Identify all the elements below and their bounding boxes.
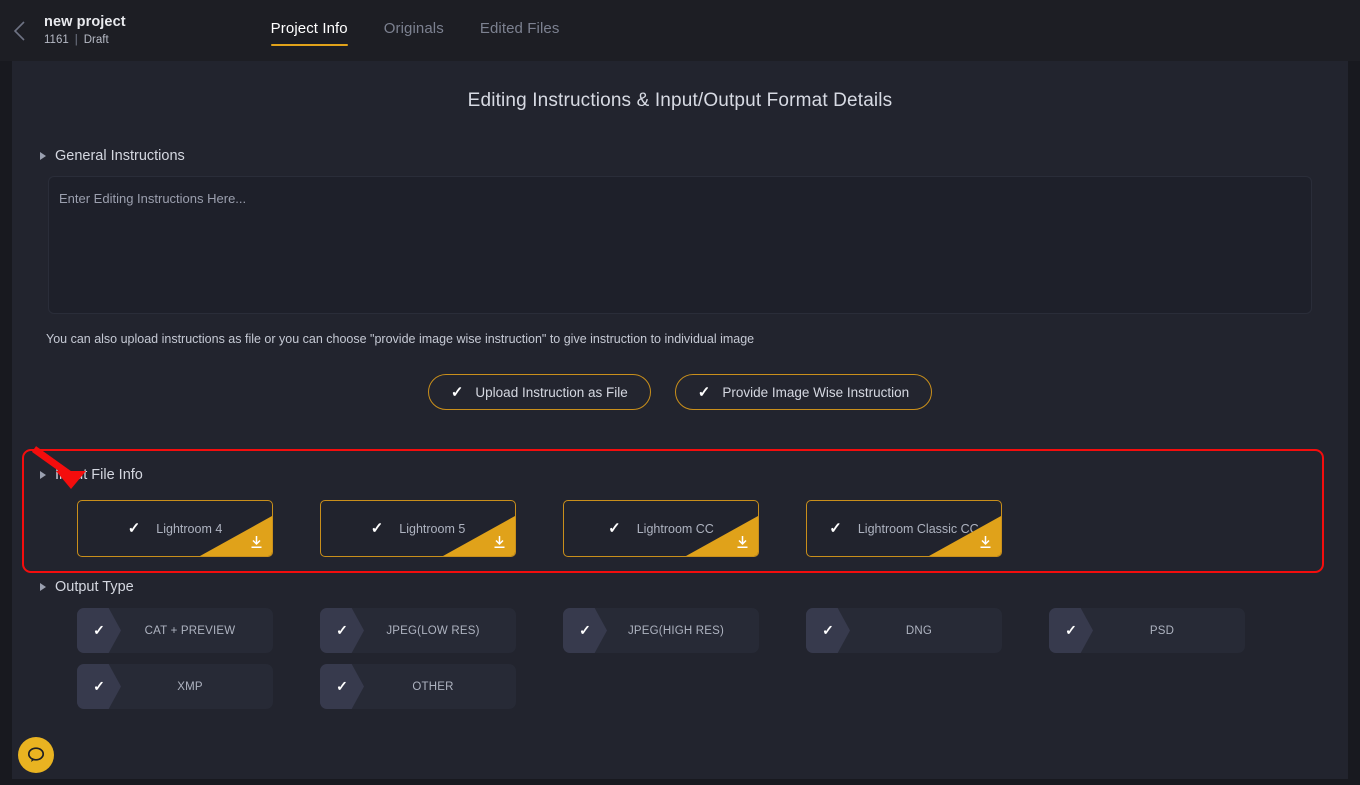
output-type-section: Output Type ✓ CAT + PREVIEW ✓ JPEG(LOW R… — [12, 579, 1348, 709]
caret-right-icon — [40, 152, 46, 160]
input-file-info-section: Input File Info ✓ Lightroom 4 — [12, 449, 1348, 557]
input-card-label: Lightroom 5 — [399, 522, 465, 536]
upload-instruction-label: Upload Instruction as File — [475, 385, 627, 400]
input-card-label: Lightroom CC — [637, 522, 714, 536]
instruction-action-buttons: ✓ Upload Instruction as File ✓ Provide I… — [12, 374, 1348, 410]
header-tabs: Project Info Originals Edited Files — [271, 0, 560, 61]
output-item-label: PSD — [1093, 625, 1245, 637]
project-meta: 1161 | Draft — [44, 32, 126, 48]
instructions-helper-text: You can also upload instructions as file… — [46, 332, 1348, 346]
content-frame: Editing Instructions & Input/Output Form… — [0, 61, 1360, 785]
check-icon: ✓ — [608, 521, 621, 536]
check-icon: ✓ — [320, 608, 364, 653]
check-icon: ✓ — [371, 521, 384, 536]
download-icon — [736, 535, 749, 549]
section-general-instructions[interactable]: General Instructions — [40, 148, 1348, 164]
output-item-label: JPEG(LOW RES) — [364, 625, 516, 637]
output-item-label: CAT + PREVIEW — [121, 625, 273, 637]
tab-project-info[interactable]: Project Info — [271, 19, 348, 46]
editing-instructions-textarea[interactable]: Enter Editing Instructions Here... — [48, 176, 1312, 314]
content-panel: Editing Instructions & Input/Output Form… — [12, 61, 1348, 779]
output-item-jpeg-high-res[interactable]: ✓ JPEG(HIGH RES) — [563, 608, 759, 653]
project-status: Draft — [84, 32, 109, 48]
output-item-xmp[interactable]: ✓ XMP — [77, 664, 273, 709]
check-icon: ✓ — [829, 521, 842, 536]
check-icon: ✓ — [698, 385, 711, 400]
output-item-label: DNG — [850, 625, 1002, 637]
chat-widget-button[interactable] — [18, 737, 54, 773]
back-button[interactable] — [0, 0, 38, 61]
meta-separator: | — [75, 32, 78, 48]
project-name: new project — [44, 13, 126, 31]
check-icon: ✓ — [128, 521, 141, 536]
provide-image-wise-instruction-button[interactable]: ✓ Provide Image Wise Instruction — [675, 374, 932, 410]
input-file-card-row: ✓ Lightroom 4 ✓ Lightroom 5 — [77, 500, 1348, 557]
section-label-general-instructions: General Instructions — [55, 148, 185, 164]
download-icon — [250, 535, 263, 549]
output-item-dng[interactable]: ✓ DNG — [806, 608, 1002, 653]
chat-bubble-icon — [26, 745, 46, 765]
project-identity: new project 1161 | Draft — [38, 13, 126, 48]
output-item-label: JPEG(HIGH RES) — [607, 625, 759, 637]
check-icon: ✓ — [77, 608, 121, 653]
input-card-label: Lightroom 4 — [156, 522, 222, 536]
output-item-label: XMP — [121, 681, 273, 693]
app-root: new project 1161 | Draft Project Info Or… — [0, 0, 1360, 785]
red-arrow-annotation — [28, 444, 98, 494]
check-icon: ✓ — [320, 664, 364, 709]
section-label-output-type: Output Type — [55, 579, 134, 595]
project-id: 1161 — [44, 32, 69, 48]
input-card-lightroom-4[interactable]: ✓ Lightroom 4 — [77, 500, 273, 557]
tab-originals[interactable]: Originals — [384, 19, 444, 46]
output-item-label: OTHER — [364, 681, 516, 693]
tab-edited-files[interactable]: Edited Files — [480, 19, 560, 46]
check-icon: ✓ — [563, 608, 607, 653]
download-icon — [979, 535, 992, 549]
input-card-lightroom-cc[interactable]: ✓ Lightroom CC — [563, 500, 759, 557]
output-item-cat-preview[interactable]: ✓ CAT + PREVIEW — [77, 608, 273, 653]
output-item-other[interactable]: ✓ OTHER — [320, 664, 516, 709]
check-icon: ✓ — [77, 664, 121, 709]
input-card-lightroom-5[interactable]: ✓ Lightroom 5 — [320, 500, 516, 557]
check-icon: ✓ — [806, 608, 850, 653]
output-type-grid: ✓ CAT + PREVIEW ✓ JPEG(LOW RES) ✓ JPEG(H… — [77, 608, 1317, 709]
output-item-jpeg-low-res[interactable]: ✓ JPEG(LOW RES) — [320, 608, 516, 653]
input-card-label: Lightroom Classic CC — [858, 522, 979, 536]
caret-right-icon — [40, 583, 46, 591]
chevron-left-icon — [13, 20, 26, 42]
check-icon: ✓ — [1049, 608, 1093, 653]
section-output-type[interactable]: Output Type — [40, 579, 1348, 595]
input-card-lightroom-classic-cc[interactable]: ✓ Lightroom Classic CC — [806, 500, 1002, 557]
section-input-file-info[interactable]: Input File Info — [40, 449, 1348, 483]
upload-instruction-as-file-button[interactable]: ✓ Upload Instruction as File — [428, 374, 651, 410]
red-arrow-icon — [28, 444, 98, 489]
download-icon — [493, 535, 506, 549]
page-title: Editing Instructions & Input/Output Form… — [12, 90, 1348, 112]
check-icon: ✓ — [451, 385, 464, 400]
provide-image-wise-label: Provide Image Wise Instruction — [722, 385, 909, 400]
app-header: new project 1161 | Draft Project Info Or… — [0, 0, 1360, 61]
output-item-psd[interactable]: ✓ PSD — [1049, 608, 1245, 653]
